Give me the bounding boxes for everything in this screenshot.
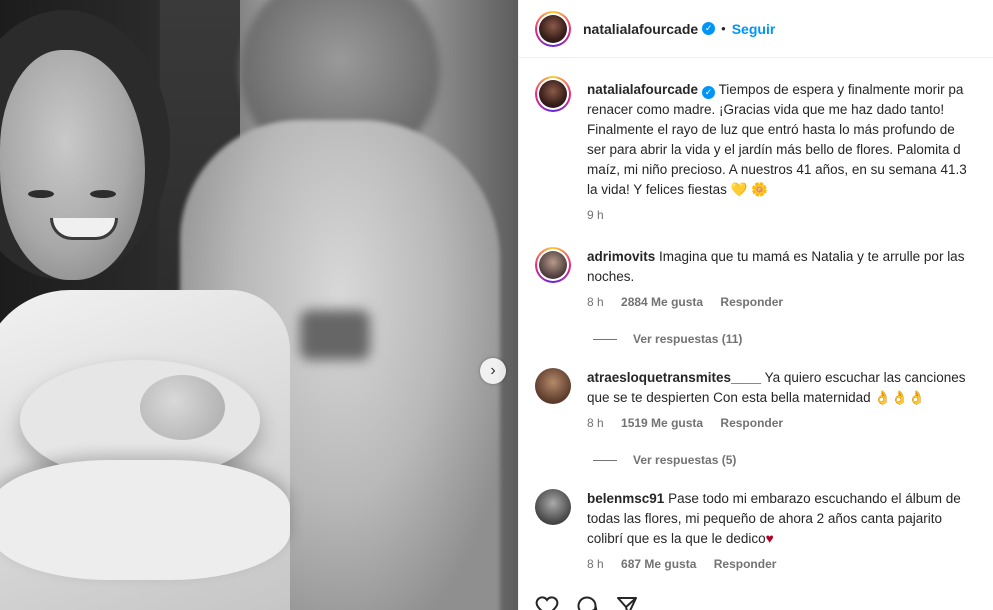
comment-likes[interactable]: 2884 Me gusta bbox=[621, 295, 703, 309]
comment-text: Pase todo mi embarazo escuchando el álbu… bbox=[668, 491, 961, 506]
reply-button[interactable]: Responder bbox=[720, 416, 783, 430]
post-photo[interactable]: › bbox=[0, 0, 518, 610]
caption-line: la vida! Y felices fiestas 💛 🌼 bbox=[587, 182, 768, 197]
photo-eye bbox=[90, 190, 116, 198]
share-icon[interactable] bbox=[615, 594, 639, 610]
photo-wrap-fold bbox=[0, 460, 290, 580]
chevron-right-icon: › bbox=[490, 362, 496, 379]
caption-line: ser para abrir la vida y el jardín más b… bbox=[587, 142, 961, 157]
commenter-avatar[interactable] bbox=[535, 489, 571, 525]
caption-time: 9 h bbox=[587, 208, 604, 222]
verified-badge-icon: ✓ bbox=[702, 86, 716, 99]
comment-bubble-icon[interactable] bbox=[575, 594, 599, 610]
caption-avatar[interactable] bbox=[535, 76, 571, 112]
comments-area: natalialafourcade ✓ Tiempos de espera y f… bbox=[519, 76, 993, 574]
comment-text: colibrí que es la que le dedico bbox=[587, 531, 766, 546]
next-photo-button[interactable]: › bbox=[480, 358, 506, 384]
photo-baby bbox=[140, 375, 225, 440]
verified-badge-icon: ✓ bbox=[702, 22, 716, 35]
author-avatar[interactable] bbox=[535, 10, 571, 47]
commenter-username[interactable]: atraesloquetransmites____ bbox=[587, 370, 761, 385]
post-header: natalialafourcade ✓ • Seguir bbox=[519, 0, 993, 58]
comment-text: Imagina que tu mamá es Natalia y te arru… bbox=[659, 249, 965, 264]
comment-text: todas las flores, mi pequeño de ahora 2 … bbox=[587, 511, 942, 526]
comment-time: 8 h bbox=[587, 557, 604, 571]
reply-button[interactable]: Responder bbox=[720, 295, 783, 309]
heart-emoji: ♥ bbox=[765, 531, 774, 546]
comment-likes[interactable]: 687 Me gusta bbox=[621, 557, 696, 571]
caption-line: maíz, mi niño precioso. A nuestros 41 añ… bbox=[587, 162, 967, 177]
comment-text: Ya quiero escuchar las canciones bbox=[764, 370, 966, 385]
view-replies-label: Ver respuestas (5) bbox=[633, 453, 737, 467]
caption-line: Tiempos de espera y finalmente morir pa bbox=[718, 82, 964, 97]
post-actions bbox=[535, 594, 639, 610]
post-side-panel: natalialafourcade ✓ • Seguir natalialafo… bbox=[518, 0, 993, 610]
view-replies-label: Ver respuestas (11) bbox=[633, 332, 743, 346]
view-replies-button[interactable]: Ver respuestas (11) bbox=[593, 332, 977, 346]
comment-item: belenmsc91 Pase todo mi embarazo escucha… bbox=[535, 489, 977, 574]
view-replies-button[interactable]: Ver respuestas (5) bbox=[593, 453, 977, 467]
comment-item: atraesloquetransmites____ Ya quiero escu… bbox=[535, 368, 977, 433]
comment-time: 8 h bbox=[587, 295, 604, 309]
comment-text: que se te despierten Con esta bella mate… bbox=[587, 390, 925, 405]
comment-likes[interactable]: 1519 Me gusta bbox=[621, 416, 703, 430]
photo-eye bbox=[28, 190, 54, 198]
comment-item: adrimovits Imagina que tu mamá es Natali… bbox=[535, 247, 977, 312]
author-username[interactable]: natalialafourcade bbox=[583, 21, 698, 37]
caption-line: Finalmente el rayo de luz que entró hast… bbox=[587, 122, 955, 137]
comment-time: 8 h bbox=[587, 416, 604, 430]
commenter-avatar[interactable] bbox=[535, 247, 571, 283]
comment-text: noches. bbox=[587, 269, 635, 284]
photo-shirt-print bbox=[300, 310, 370, 360]
post-caption: natalialafourcade ✓ Tiempos de espera y f… bbox=[535, 76, 977, 225]
separator-dot: • bbox=[721, 21, 726, 36]
reply-button[interactable]: Responder bbox=[714, 557, 777, 571]
follow-button[interactable]: Seguir bbox=[732, 21, 776, 37]
commenter-username[interactable]: belenmsc91 bbox=[587, 491, 664, 506]
caption-username[interactable]: natalialafourcade bbox=[587, 82, 698, 97]
commenter-avatar[interactable] bbox=[535, 368, 571, 404]
caption-line: renacer como madre. ¡Gracias vida que me… bbox=[587, 102, 945, 117]
commenter-username[interactable]: adrimovits bbox=[587, 249, 655, 264]
like-heart-icon[interactable] bbox=[535, 594, 559, 610]
